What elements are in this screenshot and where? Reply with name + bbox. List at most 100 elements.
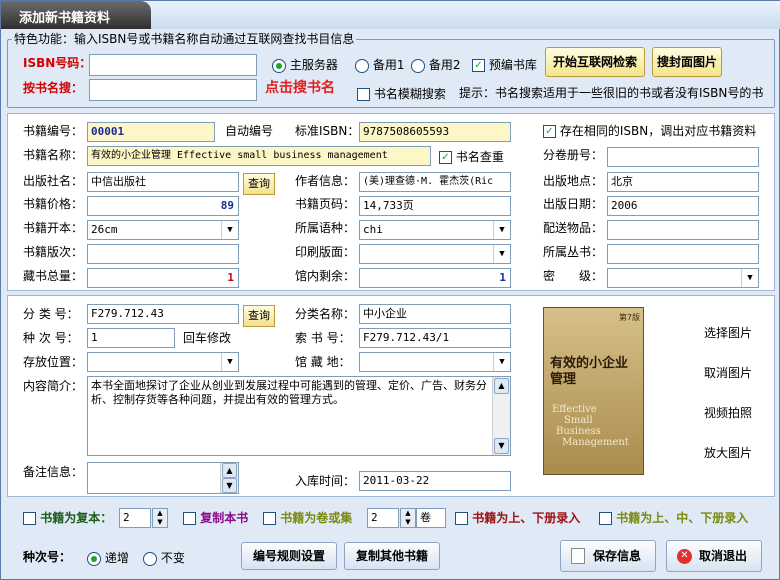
secret-select[interactable]: ▼ — [607, 268, 759, 288]
attachment-input[interactable] — [607, 220, 759, 240]
scroll-down-icon[interactable]: ▼ — [494, 438, 509, 454]
volume-input[interactable] — [607, 147, 759, 167]
select-image-link[interactable]: 选择图片 — [704, 324, 752, 341]
remark-scrollbar[interactable]: ▲ ▼ — [220, 463, 238, 493]
copy-count-spinner[interactable]: ▲ ▼ — [152, 508, 168, 528]
chevron-down-icon: ▼ — [741, 269, 758, 287]
book-id-label: 书籍编号： — [23, 124, 84, 138]
volume-unit: 卷 — [416, 508, 446, 528]
cancel-exit-button[interactable]: ✕ 取消退出 — [666, 540, 762, 572]
summary-scrollbar[interactable]: ▲ ▼ — [492, 377, 510, 455]
volume-count-input[interactable]: 2 — [367, 508, 399, 528]
book-name-input[interactable]: 有效的小企业管理 Effective small business manage… — [87, 146, 431, 166]
pub-place-input[interactable]: 北京 — [607, 172, 759, 192]
in-date-label: 入库时间： — [295, 474, 356, 488]
price-label: 书籍价格： — [23, 197, 84, 211]
scroll-up-icon[interactable]: ▲ — [494, 378, 509, 394]
scroll-up-icon[interactable]: ▲ — [222, 463, 237, 478]
price-input[interactable]: 89 — [87, 196, 239, 216]
zoom-image-link[interactable]: 放大图片 — [704, 444, 752, 461]
summary-textarea[interactable]: 本书全面地探讨了企业从创业到发展过程中可能遇到的管理、定价、广告、财务分析、控制… — [87, 376, 511, 456]
title-search-input[interactable] — [89, 79, 257, 101]
series-label: 所属丛书： — [543, 245, 604, 259]
class-lookup-button[interactable]: 查询 — [243, 305, 275, 327]
pub-date-label: 出版日期： — [543, 197, 604, 211]
publisher-lookup-button[interactable]: 查询 — [243, 173, 275, 195]
window-title: 添加新书籍资料 — [1, 1, 151, 29]
class-number-label: 分 类 号： — [23, 307, 79, 321]
updownmid-checkbox[interactable]: 书籍为上、中、下册录入 — [599, 509, 748, 526]
class-name-label: 分类名称： — [295, 307, 356, 321]
feature-legend: 特色功能：输入ISBN号或书籍名称自动通过互联网查找书目信息 — [12, 31, 357, 47]
search-tip: 提示：书名搜索适用于一些很旧的书或者没有ISBN号的书 — [459, 86, 764, 100]
summary-text: 本书全面地探讨了企业从创业到发展过程中可能遇到的管理、定价、广告、财务分析、控制… — [91, 379, 487, 406]
fuzzy-search-checkbox[interactable]: 书名模糊搜索 — [357, 85, 446, 102]
scroll-down-icon[interactable]: ▼ — [222, 478, 237, 493]
seq-number-label: 种 次 号： — [23, 331, 79, 345]
secret-label: 密 级： — [543, 269, 604, 283]
call-number-label: 索 书 号： — [295, 331, 351, 345]
holding-place-select[interactable]: ▼ — [359, 352, 511, 372]
holding-place-label: 馆 藏 地： — [295, 355, 351, 369]
std-isbn-input[interactable]: 9787508605593 — [359, 122, 511, 142]
updown-checkbox[interactable]: 书籍为上、下册录入 — [455, 509, 580, 526]
internet-search-button[interactable]: 开始互联网检索 — [545, 47, 645, 77]
title-dupcheck-checkbox[interactable]: ✓ 书名查重 — [439, 148, 504, 165]
cover-title: 有效的小企业管理 — [550, 356, 629, 387]
seq-mode-label: 种次号： — [23, 550, 72, 564]
same-isbn-checkbox[interactable]: ✓ 存在相同的ISBN，调出对应书籍资料 — [543, 122, 756, 139]
copy-book-checkbox[interactable]: 书籍为复本： — [23, 509, 112, 526]
pages-label: 书籍页码： — [295, 197, 356, 211]
isbn-input[interactable] — [89, 54, 257, 76]
prelib-checkbox[interactable]: ✓ 预编书库 — [472, 56, 537, 73]
search-cover-button[interactable]: 搜封面图片 — [652, 47, 722, 77]
pages-input[interactable]: 14,733页 — [359, 196, 511, 216]
print-label: 印刷版面： — [295, 245, 356, 259]
save-button[interactable]: 保存信息 — [560, 540, 656, 572]
remark-textarea[interactable]: ▲ ▼ — [87, 462, 239, 494]
cover-english-title: Effective Small Business Management — [552, 404, 629, 448]
seq-increment-radio[interactable]: 递增 — [87, 549, 129, 566]
server-backup2-radio[interactable]: 备用2 — [411, 56, 460, 73]
call-number-input[interactable]: F279.712.43/1 — [359, 328, 511, 348]
cancel-image-link[interactable]: 取消图片 — [704, 364, 752, 381]
server-backup1-radio[interactable]: 备用1 — [355, 56, 404, 73]
in-date-input[interactable]: 2011-03-22 — [359, 471, 511, 491]
volume-set-checkbox[interactable]: 书籍为卷或集 — [263, 509, 352, 526]
publisher-input[interactable]: 中信出版社 — [87, 172, 239, 192]
edition-input[interactable] — [87, 244, 239, 264]
location-select[interactable]: ▼ — [87, 352, 239, 372]
remain-input[interactable]: 1 — [359, 268, 511, 288]
number-rule-button[interactable]: 编号规则设置 — [241, 542, 337, 570]
total-input[interactable]: 1 — [87, 268, 239, 288]
remark-label: 备注信息： — [23, 465, 84, 479]
class-name-input[interactable]: 中小企业 — [359, 304, 511, 324]
remain-label: 馆内剩余： — [295, 269, 356, 283]
cover-badge: 第7版 — [618, 313, 640, 322]
print-select[interactable]: ▼ — [359, 244, 511, 264]
isbn-label: ISBN号码： — [23, 56, 92, 70]
author-input[interactable]: (美)理查德·M. 霍杰茨(Ric — [359, 172, 511, 192]
seq-keep-radio[interactable]: 不变 — [143, 549, 185, 566]
chevron-down-icon: ▼ — [493, 245, 510, 263]
dialog-window: 添加新书籍资料 特色功能：输入ISBN号或书籍名称自动通过互联网查找书目信息 I… — [0, 0, 780, 580]
copy-other-book-button[interactable]: 复制其他书籍 — [344, 542, 440, 570]
video-capture-link[interactable]: 视频拍照 — [704, 404, 752, 421]
format-label: 书籍开本： — [23, 221, 84, 235]
volume-count-spinner[interactable]: ▲ ▼ — [400, 508, 416, 528]
title-search-label: 按书名搜： — [23, 81, 84, 95]
close-icon: ✕ — [677, 549, 692, 564]
class-number-input[interactable]: F279.712.43 — [87, 304, 239, 324]
server-main-radio[interactable]: 主服务器 — [272, 56, 338, 73]
series-input[interactable] — [607, 244, 759, 264]
seq-number-input[interactable]: 1 — [87, 328, 175, 348]
copy-count-input[interactable]: 2 — [119, 508, 151, 528]
language-select[interactable]: chi ▼ — [359, 220, 511, 240]
publisher-label: 出版社名： — [23, 174, 84, 188]
pub-date-input[interactable]: 2006 — [607, 196, 759, 216]
search-title-link[interactable]: 点击搜书名 — [265, 80, 335, 96]
book-id-input[interactable]: 00001 — [87, 122, 215, 142]
copy-this-checkbox[interactable]: 复制本书 — [183, 509, 248, 526]
save-icon — [571, 548, 585, 564]
format-select[interactable]: 26cm ▼ — [87, 220, 239, 240]
